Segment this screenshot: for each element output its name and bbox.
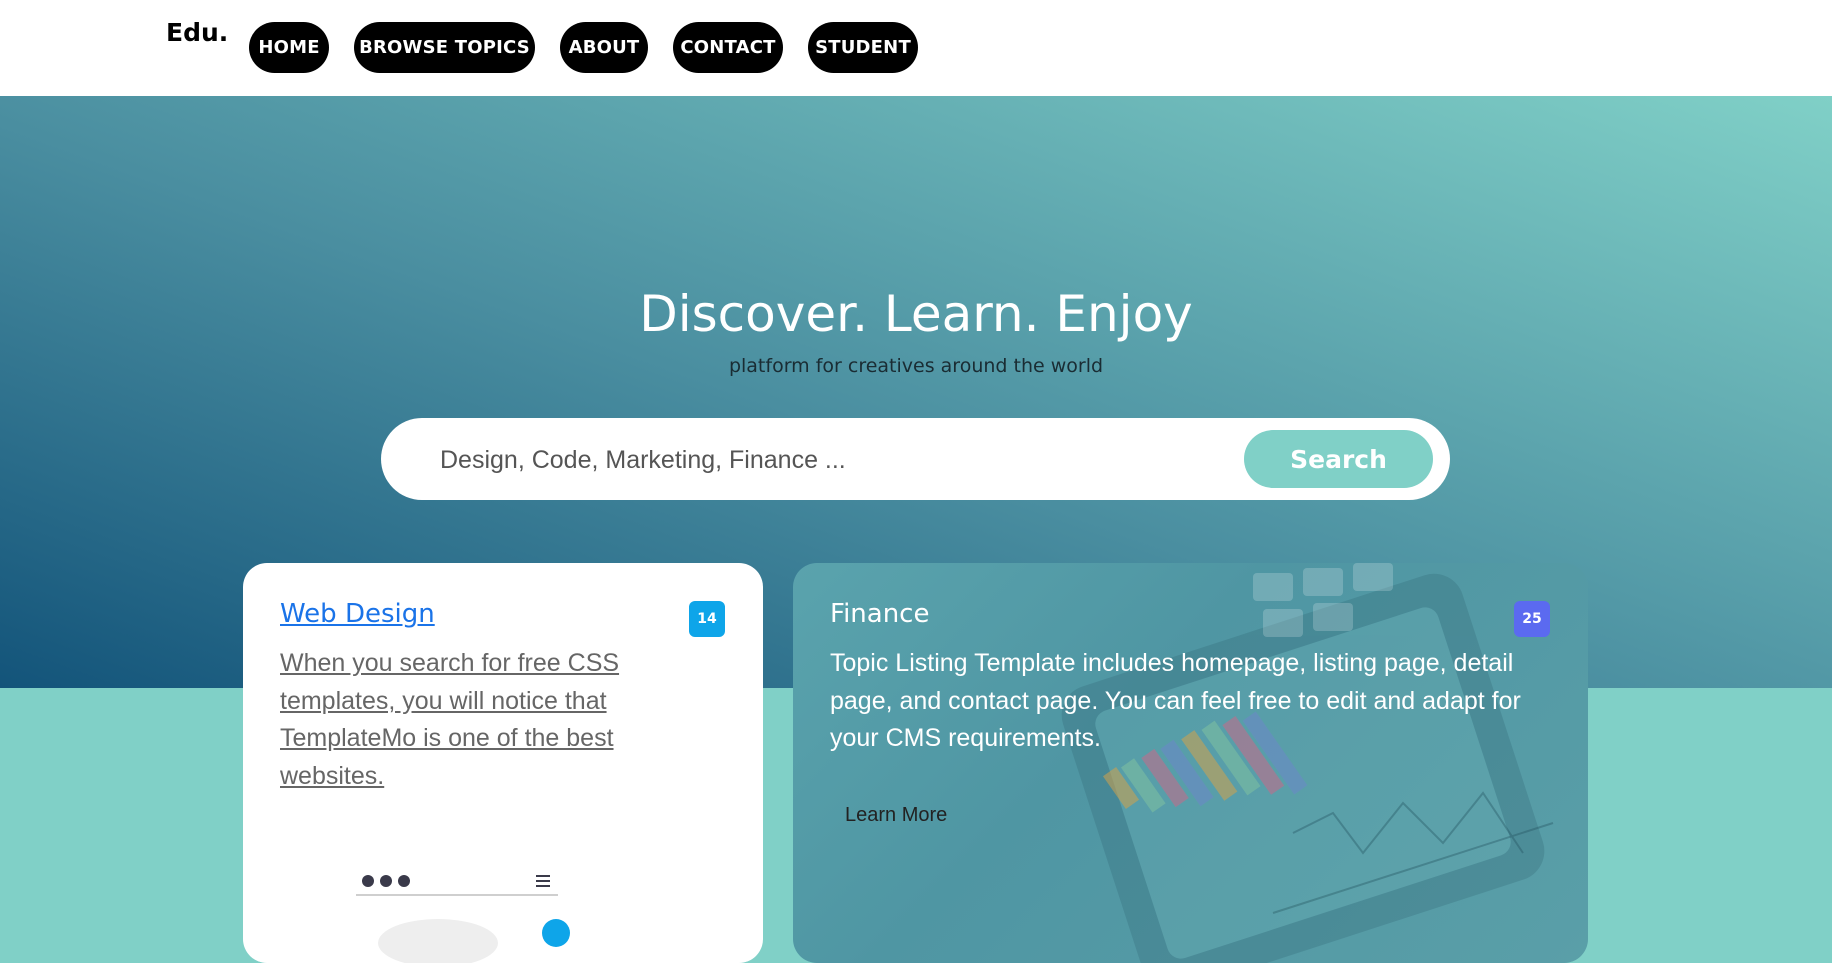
count-badge: 14 [689, 601, 725, 637]
count-badge: 25 [1514, 601, 1550, 637]
dot-icon [380, 875, 392, 887]
card-title-web-design[interactable]: Web Design [280, 599, 435, 629]
navbar: Edu. HOME BROWSE TOPICS ABOUT CONTACT ST… [0, 0, 1832, 96]
dot-icon [398, 875, 410, 887]
nav-contact[interactable]: CONTACT [673, 22, 783, 73]
hero-subtitle: platform for creatives around the world [728, 355, 1104, 377]
card-description[interactable]: When you search for free CSS templates, … [280, 645, 660, 795]
nav-about[interactable]: ABOUT [560, 22, 648, 73]
nav-browse-topics[interactable]: BROWSE TOPICS [354, 22, 535, 73]
nav-home[interactable]: HOME [249, 22, 329, 73]
topic-card-web-design[interactable]: Web Design 14 When you search for free C… [243, 563, 763, 963]
nav-student[interactable]: STUDENT [808, 22, 918, 73]
search-form: Search [381, 418, 1450, 500]
search-button[interactable]: Search [1244, 430, 1433, 488]
brand-logo[interactable]: Edu. [166, 18, 228, 47]
learn-more-link[interactable]: Learn More [845, 804, 947, 827]
card-title-finance[interactable]: Finance [830, 599, 929, 629]
web-design-illustration [356, 875, 570, 963]
card-description: Topic Listing Template includes homepage… [830, 649, 1521, 752]
dot-icon [362, 875, 374, 887]
topic-card-finance[interactable]: Finance 25 Topic Listing Template includ… [793, 563, 1588, 963]
hero-title: Discover. Learn. Enjoy [639, 285, 1193, 343]
menu-icon [536, 875, 550, 877]
search-input[interactable] [438, 440, 1102, 480]
